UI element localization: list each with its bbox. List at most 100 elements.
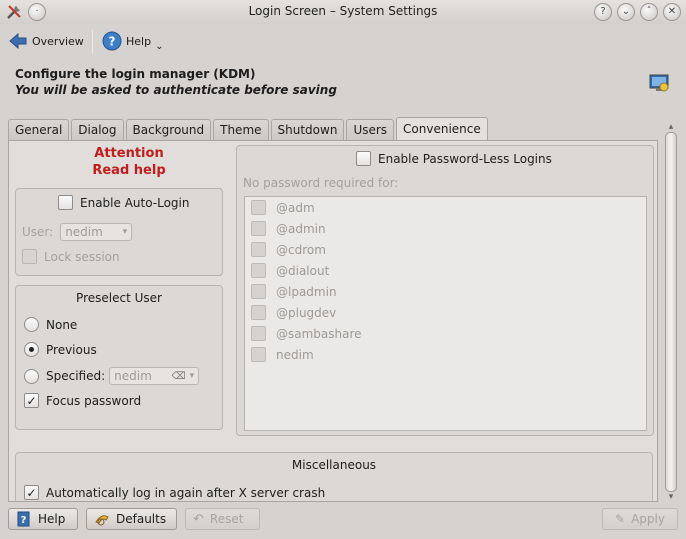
preselect-previous-radio[interactable]: Previous (24, 342, 97, 357)
preselect-none-radio[interactable]: None (24, 317, 77, 332)
preselect-specified-radio[interactable]: Specified: nedim ⌫ ▾ (24, 367, 200, 385)
tab-general[interactable]: General (8, 119, 70, 141)
list-item[interactable]: nedim (251, 347, 314, 362)
tab-background[interactable]: Background (125, 119, 212, 141)
tab-users[interactable]: Users (346, 119, 395, 141)
toolbar-separator (92, 30, 93, 54)
list-item[interactable]: @adm (251, 200, 315, 215)
help-button-label: Help (38, 512, 66, 526)
list-item-label: nedim (276, 347, 314, 362)
maximize-button[interactable]: ˆ (640, 3, 658, 21)
reset-button[interactable]: ↶ Reset (185, 508, 260, 530)
auto-relogin-label: Automatically log in again after X serve… (46, 485, 326, 500)
tab-shutdown[interactable]: Shutdown (270, 119, 345, 141)
list-item[interactable]: @plugdev (251, 305, 336, 320)
auto-relogin-checkbox[interactable]: ✓ Automatically log in again after X ser… (24, 485, 325, 500)
minimize-button[interactable]: ⌄ (617, 3, 635, 21)
lock-session-label: Lock session (44, 249, 120, 264)
specified-label: Specified: (46, 369, 106, 383)
list-item[interactable]: @sambashare (251, 326, 362, 341)
convenience-panel: Attention Read help Enable Auto-Login Us… (8, 140, 658, 502)
checkbox[interactable] (251, 221, 266, 236)
user-combobox-value: nedim (65, 225, 103, 239)
enable-passwordless-checkbox[interactable]: Enable Password-Less Logins (356, 151, 552, 166)
close-button[interactable]: ✕ (663, 3, 681, 21)
tab-convenience[interactable]: Convenience (396, 117, 488, 141)
chevron-down-icon: ▾ (189, 371, 195, 381)
whats-this-button[interactable]: ? (594, 3, 612, 21)
bottom-button-bar: ? Help Defaults ↶ Reset ✎ Apply (0, 506, 686, 539)
checkbox[interactable] (251, 263, 266, 278)
vertical-scrollbar[interactable]: ▴ ▾ (662, 122, 680, 502)
defaults-button[interactable]: Defaults (86, 508, 177, 530)
apply-icon: ✎ (615, 512, 626, 526)
help-icon: ? (102, 31, 122, 51)
list-item[interactable]: @admin (251, 221, 326, 236)
tab-theme[interactable]: Theme (213, 119, 269, 141)
checkbox[interactable] (58, 195, 73, 210)
list-item-label: @dialout (276, 263, 330, 278)
no-password-label: No password required for: (243, 176, 399, 190)
passwordless-user-list[interactable]: @adm @admin @cdrom @dialout @lpadmin @pl… (244, 196, 647, 431)
list-item-label: @sambashare (276, 326, 362, 341)
checkmark-icon: ✓ (26, 393, 37, 408)
tab-dialog[interactable]: Dialog (71, 119, 124, 141)
radio-button-checked[interactable] (24, 342, 39, 357)
list-item-label: @admin (276, 221, 326, 236)
page-title: Configure the login manager (KDM) (15, 67, 256, 81)
preselect-user-title: Preselect User (76, 291, 162, 305)
attention-notice: Attention Read help (69, 145, 189, 179)
auto-login-group: Enable Auto-Login User: nedim ▾ Lock ses… (15, 188, 223, 276)
radio-button[interactable] (24, 368, 39, 384)
overview-label: Overview (32, 34, 84, 48)
window-title: Login Screen – System Settings (248, 4, 438, 18)
enable-auto-login-checkbox[interactable]: Enable Auto-Login (58, 195, 189, 210)
checkbox[interactable] (251, 200, 266, 215)
user-combobox[interactable]: nedim ▾ (60, 223, 133, 241)
chevron-down-icon: ▾ (122, 227, 128, 237)
list-item-label: @plugdev (276, 305, 337, 320)
list-item[interactable]: @dialout (251, 263, 329, 278)
page-subtitle: You will be asked to authenticate before… (15, 83, 337, 97)
checkmark-icon: ✓ (26, 485, 37, 500)
toolbar: Overview ? Help ⌄ (0, 24, 686, 58)
radio-button[interactable] (24, 317, 39, 332)
overview-button[interactable]: Overview (8, 28, 84, 54)
checkbox[interactable] (251, 326, 266, 341)
auto-login-user-row: User: nedim ▾ (22, 223, 133, 241)
scrollbar-handle[interactable] (665, 132, 677, 492)
radio-dot-icon (29, 347, 34, 352)
back-arrow-icon (9, 32, 27, 50)
checkbox-checked[interactable]: ✓ (24, 393, 39, 408)
focus-password-checkbox[interactable]: ✓ Focus password (24, 393, 141, 408)
help-button[interactable]: ? Help (8, 508, 78, 530)
svg-text:?: ? (21, 515, 27, 526)
checkbox[interactable] (251, 284, 266, 299)
previous-label: Previous (46, 342, 97, 357)
lock-session-checkbox[interactable]: Lock session (22, 249, 120, 264)
checkbox[interactable] (22, 249, 37, 264)
list-item-label: @lpadmin (276, 284, 337, 299)
help-book-icon: ? (17, 511, 30, 527)
scroll-down-icon[interactable]: ▾ (665, 492, 677, 502)
list-item[interactable]: @lpadmin (251, 284, 337, 299)
tab-bar: General Dialog Background Theme Shutdown… (8, 117, 488, 141)
monitor-icon (649, 74, 669, 92)
help-menu-button[interactable]: ? Help ⌄ (102, 28, 163, 54)
defaults-icon (95, 515, 109, 526)
scroll-up-icon[interactable]: ▴ (665, 122, 677, 132)
list-item[interactable]: @cdrom (251, 242, 326, 257)
title-bar[interactable]: · Login Screen – System Settings ? ⌄ ˆ ✕ (0, 0, 686, 24)
checkbox[interactable] (251, 305, 266, 320)
list-item-label: @adm (276, 200, 315, 215)
checkbox[interactable] (251, 242, 266, 257)
preselect-user-group: Preselect User None Previous Specified: … (15, 285, 223, 430)
focus-password-label: Focus password (46, 393, 142, 408)
checkbox[interactable] (251, 347, 266, 362)
chevron-down-icon: ⌄ (155, 40, 164, 52)
checkbox[interactable] (356, 151, 371, 166)
clear-icon[interactable]: ⌫ (171, 371, 185, 382)
checkbox-checked[interactable]: ✓ (24, 485, 39, 500)
apply-button[interactable]: ✎ Apply (602, 508, 678, 530)
specified-user-combobox[interactable]: nedim ⌫ ▾ (109, 367, 200, 385)
